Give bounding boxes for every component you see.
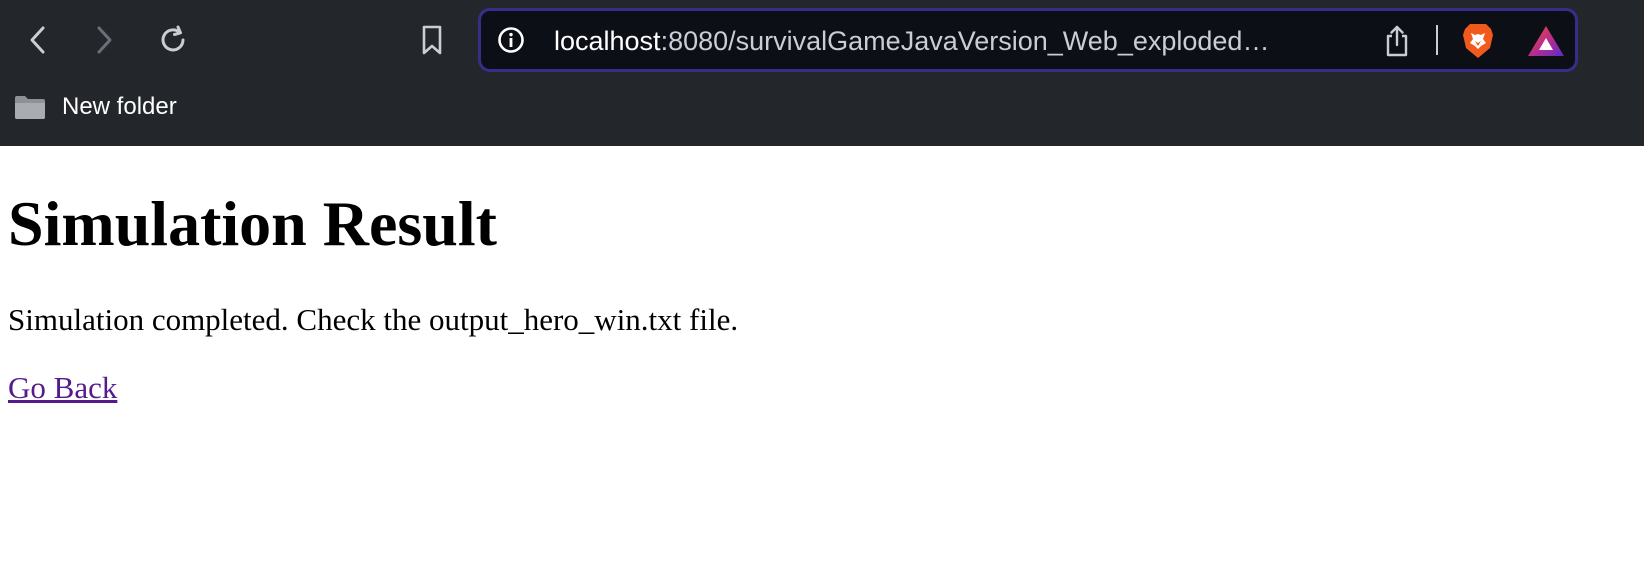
bookmark-icon (422, 25, 442, 55)
result-message: Simulation completed. Check the output_h… (8, 302, 739, 337)
brave-rewards-button[interactable] (1524, 21, 1568, 61)
brave-lion-icon (1463, 24, 1493, 58)
address-url[interactable]: localhost:8080/survivalGameJavaVersion_W… (554, 24, 1274, 58)
reload-icon (161, 25, 185, 52)
bookmark-label: New folder (62, 93, 177, 120)
page-title: Simulation Result (8, 188, 497, 259)
share-icon (1386, 25, 1408, 57)
folder-icon (14, 94, 46, 120)
address-host: localhost (554, 26, 661, 56)
site-info-button[interactable] (495, 24, 527, 56)
address-bar[interactable]: localhost:8080/survivalGameJavaVersion_W… (478, 8, 1578, 72)
info-icon (498, 27, 524, 53)
reload-button[interactable] (151, 18, 195, 62)
share-button[interactable] (1379, 23, 1415, 59)
forward-button[interactable] (82, 18, 126, 62)
brave-rewards-triangle-icon (1528, 26, 1564, 56)
chevron-left-icon (30, 26, 45, 54)
go-back-link[interactable]: Go Back (8, 370, 117, 406)
address-path: :8080/survivalGameJavaVersion_Web_explod… (660, 26, 1274, 56)
browser-toolbar: localhost:8080/survivalGameJavaVersion_W… (0, 0, 1644, 146)
back-button[interactable] (16, 18, 60, 62)
bookmark-folder-new-folder[interactable]: New folder (14, 89, 177, 125)
brave-shields-button[interactable] (1458, 21, 1498, 61)
address-bar-divider (1436, 25, 1438, 55)
bookmark-button[interactable] (410, 18, 454, 62)
chevron-right-icon (97, 26, 112, 54)
